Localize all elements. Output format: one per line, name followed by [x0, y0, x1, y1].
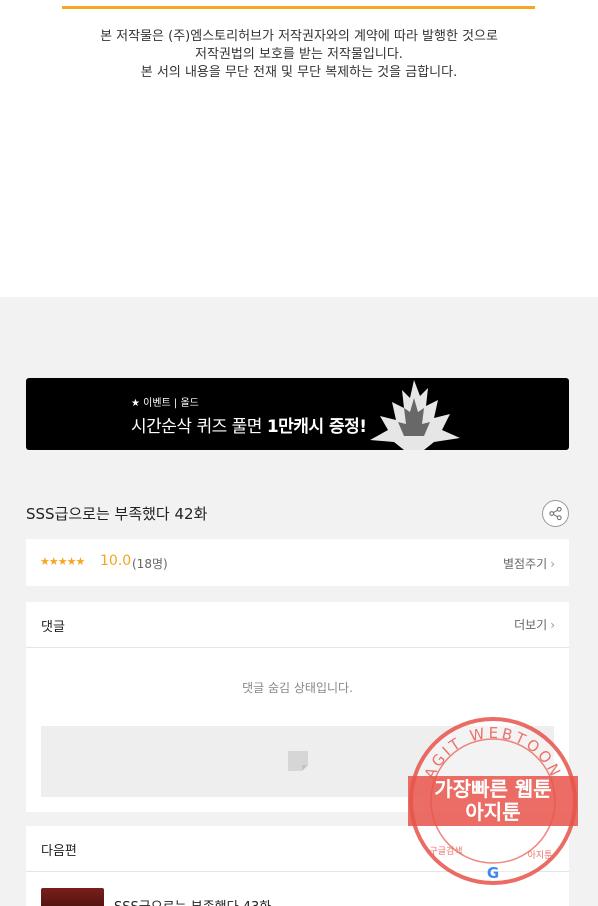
next-episode-thumbnail[interactable] [41, 888, 104, 906]
rating-score: 10.0 [100, 553, 132, 569]
image-placeholder-icon [288, 751, 308, 771]
rate-button-label: 별점주기 [503, 557, 548, 571]
banner-headline: 시간순삭 퀴즈 풀면 1만캐시 증정! [131, 412, 367, 437]
flame-art-icon [370, 380, 460, 450]
rating-card: ★★★★★ 10.0 (18명) 별점주기 › [26, 539, 569, 586]
watermark-line-2: 아지툰 [465, 800, 520, 824]
event-banner[interactable]: ★ 이벤트 | 올드 시간순삭 퀴즈 풀면 1만캐시 증정! [26, 378, 569, 450]
share-button[interactable] [542, 500, 569, 527]
svg-text:G: G [487, 864, 499, 882]
watermark-bottom-right: 아지툰 [528, 850, 553, 861]
rating-stars: ★★★★★ [40, 555, 85, 568]
agit-webtoon-watermark-stamp: AGIT WEBTOON 가장빠른 웹툰 아지툰 구글검색 아지툰 G [408, 717, 578, 885]
watermark-bottom-left: 구글검색 [429, 845, 462, 857]
copyright-line-1: 본 저작물은 (주)엠스토리허브가 저작권자와의 계약에 따라 발행한 것으로 [100, 29, 498, 44]
episode-title: SSS급으로는 부족했다 42화 [26, 505, 208, 523]
banner-tag: ★ 이벤트 | 올드 [131, 398, 199, 409]
copyright-notice: 본 저작물은 (주)엠스토리허브가 저작권자와의 계약에 따라 발행한 것으로 … [0, 28, 598, 82]
google-icon: G [487, 864, 499, 882]
comment-label: 댓글 [41, 620, 65, 635]
share-icon [549, 506, 562, 521]
rating-count: (18명) [132, 557, 168, 571]
banner-headline-text: 시간순삭 퀴즈 풀면 [131, 417, 267, 437]
banner-headline-bold: 1만캐시 증정! [266, 417, 367, 437]
copyright-line-3: 본 서의 내용을 무단 전재 및 무단 복제하는 것을 금합니다. [140, 65, 458, 80]
comment-hidden-message: 댓글 숨김 상태입니다. [242, 681, 353, 695]
comment-more-button[interactable]: 더보기 › [514, 616, 555, 633]
watermark-line-1: 가장빠른 웹툰 [434, 777, 551, 801]
comment-header: 댓글 더보기 › [26, 602, 569, 648]
accent-divider [62, 6, 535, 9]
chevron-right-icon: › [550, 618, 555, 632]
chevron-right-icon: › [550, 557, 555, 571]
next-episode-title[interactable]: SSS급으로는 부족했다 43화 [114, 896, 271, 906]
comment-more-label: 더보기 [514, 618, 548, 632]
next-episode-label: 다음편 [41, 844, 77, 859]
copyright-line-2: 저작권법의 보호를 받는 저작물입니다. [195, 47, 403, 62]
copyright-section: 본 저작물은 (주)엠스토리허브가 저작권자와의 계약에 따라 발행한 것으로 … [0, 0, 598, 297]
rate-button[interactable]: 별점주기 › [503, 555, 555, 572]
